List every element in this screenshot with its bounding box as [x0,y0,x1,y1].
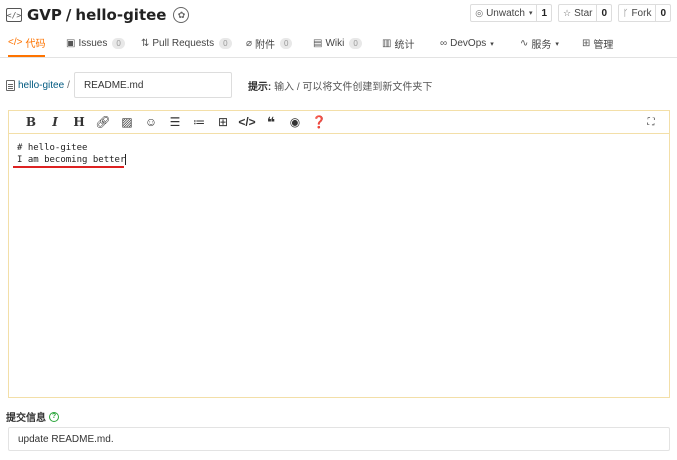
fork-label: Fork [631,7,652,19]
bold-icon[interactable]: B [19,112,43,132]
fork-count[interactable]: 0 [655,5,670,21]
tab-label: Wiki [325,38,345,49]
fork-icon: ᚴ [623,8,629,18]
tab-label: 附件 [255,40,276,51]
code-line-cursor: I am becoming better [17,154,669,166]
repo-title: GVP / hello-gitee [27,6,166,24]
tab-pull-requests[interactable]: ⇅ Pull Requests 0 [141,30,232,57]
tab-label: 代码 [25,39,46,50]
file-icon [6,79,15,91]
commit-message-label: 提交信息 ? [6,409,59,424]
tab-count-badge: 0 [112,38,125,49]
attachment-icon: ⌀ [246,38,253,49]
file-path-hint: 提示: 输入 / 可以将文件创建到新文件夹下 [248,78,432,93]
manage-icon: ⊞ [582,38,591,49]
help-icon[interactable]: ❓ [307,112,331,132]
tab-manage[interactable]: ⊞ 管理 [582,30,613,57]
issues-icon: ▣ [66,38,76,49]
code-line: I am becoming better [17,155,126,165]
service-icon: ∿ [520,38,529,49]
watch-label: Unwatch [486,7,525,19]
quote-icon[interactable]: ❝ [259,112,283,132]
chevron-down-icon: ▾ [490,40,494,48]
emoji-icon[interactable]: ☺ [139,112,163,132]
commit-message-input[interactable] [8,427,670,451]
tab-label: 统计 [394,40,415,51]
editor-toolbar: B I H 🔗︎ ▨ ☺ ☰ ≔ ⊞ </> ❝ ◉ ❓ ⛶ [9,111,669,134]
tab-issues[interactable]: ▣ Issues 0 [66,30,125,57]
code-icon[interactable]: </> [235,112,259,132]
unordered-list-icon[interactable]: ☰ [163,112,187,132]
table-icon[interactable]: ⊞ [211,112,235,132]
stats-icon: ▥ [382,38,392,49]
heading-icon[interactable]: H [67,112,91,132]
ordered-list-icon[interactable]: ≔ [187,112,211,132]
tab-count-badge: 0 [280,38,293,49]
tab-count-badge: 0 [219,38,232,49]
star-button[interactable]: ☆ Star 0 [558,4,613,22]
code-line: # hello-gitee [17,143,88,153]
italic-icon[interactable]: I [43,112,67,132]
tab-count-badge: 0 [349,38,362,49]
tab-stats[interactable]: ▥ 统计 [382,30,414,57]
commit-label-text: 提交信息 [6,413,46,424]
pull-request-icon: ⇅ [141,38,150,49]
tab-code[interactable]: </> 代码 [8,30,46,57]
link-icon[interactable]: 🔗︎ [91,112,115,132]
chevron-down-icon: ▾ [555,40,559,48]
fullscreen-icon[interactable]: ⛶ [639,112,663,132]
repo-tabs: </> 代码 ▣ Issues 0 ⇅ Pull Requests 0 ⌀ 附件 0 ▤ Wik… [0,30,677,58]
watch-count[interactable]: 1 [536,5,551,21]
code-icon: </> [8,37,23,48]
tab-wiki[interactable]: ▤ Wiki 0 [313,30,362,57]
hint-label: 提示: [247,81,272,93]
star-label: Star [574,7,593,19]
tab-attachments[interactable]: ⌀ 附件 0 [246,30,293,57]
image-icon[interactable]: ▨ [115,112,139,132]
devops-icon: ∞ [440,38,448,49]
red-underline-annotation [13,166,124,168]
repo-name-link[interactable]: hello-gitee [75,6,166,24]
repo-owner-link[interactable]: GVP [27,6,62,24]
editor-content[interactable]: # hello-gitee I am becoming better [9,134,669,168]
tab-label: DevOps [450,38,487,49]
watch-button[interactable]: ◎ Unwatch ▾ 1 [470,4,553,22]
tab-label: Issues [78,38,108,49]
tab-services[interactable]: ∿ 服务 ▾ [520,30,559,57]
gvp-badge-icon[interactable]: ✿ [173,7,190,23]
repo-header: </> GVP / hello-gitee ✿ [6,2,190,28]
tab-label: Pull Requests [152,38,215,49]
repo-icon: </> [6,8,22,22]
path-separator: / [67,79,70,91]
star-icon: ☆ [563,7,572,18]
file-name-input[interactable] [73,72,232,98]
repo-separator: / [65,6,72,24]
eye-icon: ◎ [475,7,484,18]
text-cursor [125,154,127,165]
help-icon[interactable]: ? [49,411,59,422]
wiki-icon: ▤ [313,38,323,49]
repo-root-link[interactable]: hello-gitee [18,80,64,91]
preview-icon[interactable]: ◉ [283,112,307,132]
star-count[interactable]: 0 [596,5,611,21]
chevron-down-icon: ▾ [528,10,533,17]
tab-label: 管理 [593,40,614,51]
fork-button[interactable]: ᚴ Fork 0 [618,4,671,22]
tab-label: 服务 [531,40,552,51]
markdown-editor: B I H 🔗︎ ▨ ☺ ☰ ≔ ⊞ </> ❝ ◉ ❓ ⛶ # hello-g… [8,110,670,398]
tab-devops[interactable]: ∞ DevOps ▾ [440,30,494,57]
repo-actions: ◎ Unwatch ▾ 1 ☆ Star 0 ᚴ Fork 0 [470,4,671,22]
file-path-row: hello-gitee / 提示: 输入 / 可以将文件创建到新文件夹下 [6,72,432,98]
hint-text: 输入 / 可以将文件创建到新文件夹下 [274,81,433,93]
